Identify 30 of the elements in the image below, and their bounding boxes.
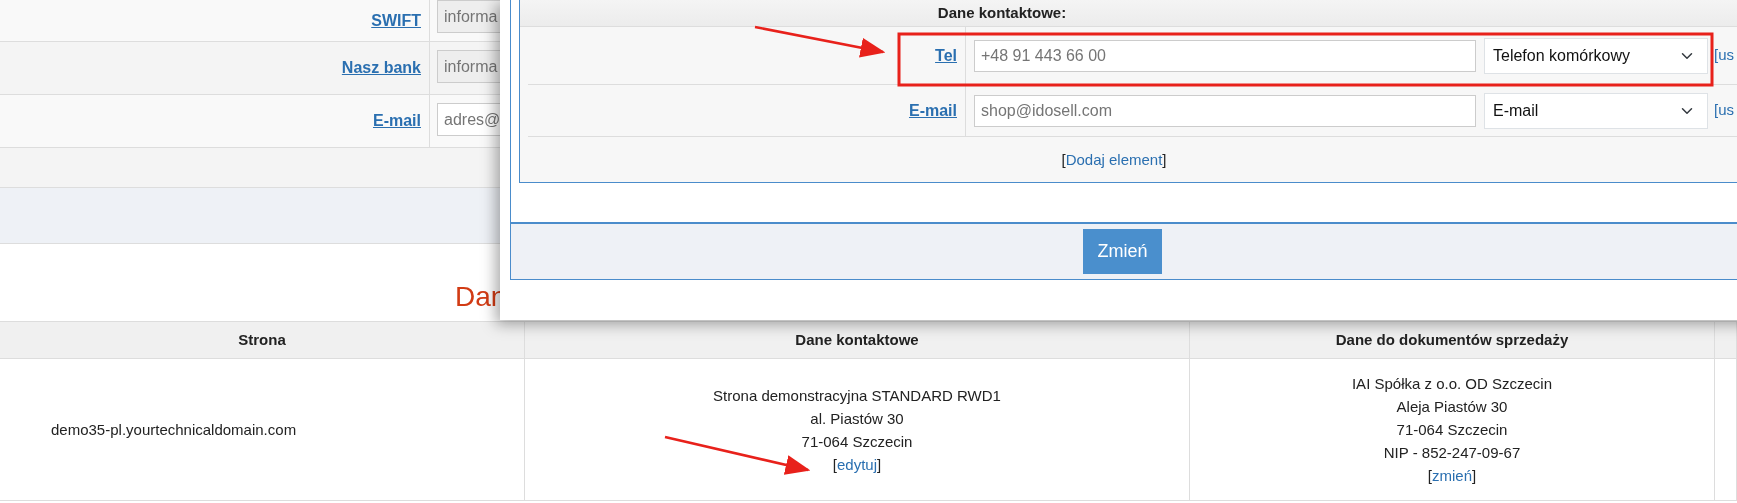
text-field[interactable]: adres@ — [437, 103, 500, 136]
dialog-section-title: Dane kontaktowe: — [520, 0, 1484, 27]
address-line: Aleja Piastów 30 — [1396, 397, 1508, 417]
column-header: Strona — [0, 321, 525, 359]
column-header: Dane do dokumentów sprzedaży — [1190, 321, 1715, 359]
link-line: [zmień] — [1427, 466, 1477, 486]
address-line: al. Piastów 30 — [810, 408, 904, 429]
edit-link[interactable]: edytuj — [837, 455, 877, 473]
address-line: IAI Spółka z o.o. OD Szczecin — [1351, 374, 1553, 394]
submit-button[interactable]: Zmień — [1083, 229, 1162, 274]
field-label-link[interactable]: E-mail — [909, 98, 957, 123]
type-dropdown[interactable]: E-mail — [1484, 92, 1708, 129]
address-line: 71-064 Szczecin — [801, 431, 913, 452]
address-line: Strona demonstracyjna STANDARD RWD1 — [713, 385, 1001, 406]
column-header: Dane kontaktowe — [525, 321, 1190, 359]
header-cell — [1715, 321, 1737, 359]
text-field[interactable]: shop@idosell.com — [974, 94, 1476, 127]
text-field[interactable]: +48 91 443 66 00 — [974, 39, 1476, 72]
type-dropdown[interactable]: Telefon komórkowy — [1484, 37, 1708, 74]
remove-link[interactable]: [us — [1714, 44, 1734, 67]
link-line: [edytuj] — [832, 454, 882, 475]
address-line: NIP - 852-247-09-67 — [1383, 443, 1521, 463]
remove-link[interactable]: [us — [1714, 99, 1734, 122]
change-link[interactable]: zmień — [1432, 467, 1472, 484]
link-line: [Dodaj element] — [1061, 149, 1167, 170]
field-label-link[interactable]: E-mail — [373, 109, 421, 133]
field-label-link[interactable]: Tel — [935, 43, 957, 68]
address-line: 71-064 Szczecin — [1396, 420, 1508, 440]
add-element-link[interactable]: Dodaj element — [1065, 150, 1163, 168]
site-address: demo35-pl.yourtechnicaldomain.com — [51, 420, 297, 440]
